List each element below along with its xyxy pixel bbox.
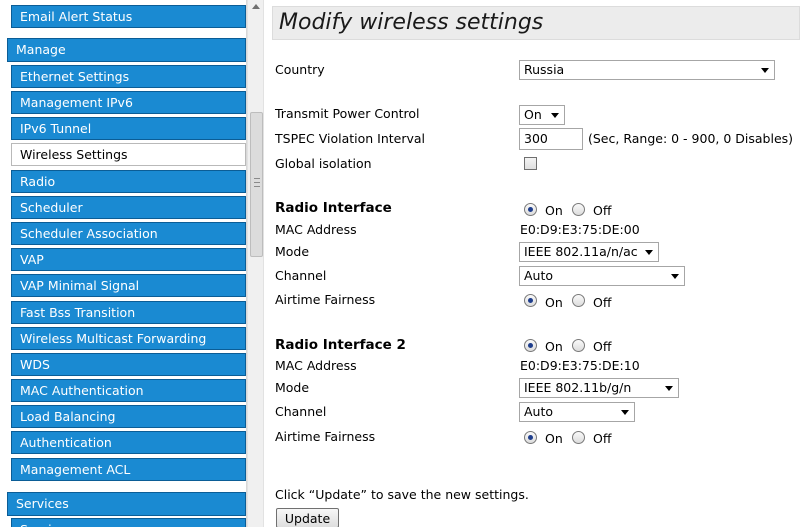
sidebar-item-management-ipv6[interactable]: Management IPv6 bbox=[11, 91, 246, 114]
sidebar-item-wireless-multicast-forwarding[interactable]: Wireless Multicast Forwarding bbox=[11, 327, 246, 350]
radio1-airtime-off-radio[interactable] bbox=[572, 294, 585, 307]
sidebar-item-fast-bss-transition[interactable]: Fast Bss Transition bbox=[11, 301, 246, 324]
radio2-channel-label: Channel bbox=[275, 404, 327, 419]
chevron-down-icon bbox=[551, 113, 559, 118]
global-isolation-checkbox[interactable] bbox=[524, 157, 537, 170]
radio2-airtime-label: Airtime Fairness bbox=[275, 429, 376, 444]
radio2-mac-label: MAC Address bbox=[275, 358, 357, 373]
radio2-mode-select[interactable]: IEEE 802.11b/g/n bbox=[519, 378, 679, 398]
radio1-off-label: Off bbox=[593, 203, 612, 218]
sidebar-item-services[interactable]: Services bbox=[11, 518, 246, 527]
sidebar-item-wireless-settings[interactable]: Wireless Settings bbox=[11, 143, 246, 166]
radio1-off-radio[interactable] bbox=[572, 203, 585, 216]
country-value: Russia bbox=[524, 62, 565, 77]
scroll-thumb[interactable] bbox=[250, 112, 263, 257]
grip-lines-icon bbox=[254, 178, 260, 187]
radio2-on-radio[interactable] bbox=[524, 339, 537, 352]
sidebar-group-manage[interactable]: Manage bbox=[7, 38, 246, 62]
tspec-input[interactable]: 300 bbox=[519, 128, 583, 150]
radio1-airtime-on-radio[interactable] bbox=[524, 294, 537, 307]
tspec-label: TSPEC Violation Interval bbox=[275, 131, 426, 146]
radio1-airtime-label: Airtime Fairness bbox=[275, 292, 376, 307]
radio2-on-label: On bbox=[545, 339, 563, 354]
footer-instructions: Click “Update” to save the new settings. bbox=[275, 487, 529, 502]
country-label: Country bbox=[275, 62, 325, 77]
radio2-airtime-on-radio[interactable] bbox=[524, 431, 537, 444]
country-select[interactable]: Russia bbox=[519, 60, 775, 80]
update-button[interactable]: Update bbox=[276, 508, 339, 527]
radio2-off-label: Off bbox=[593, 339, 612, 354]
chevron-down-icon bbox=[671, 274, 679, 279]
tspec-hint: (Sec, Range: 0 - 900, 0 Disables) bbox=[588, 131, 794, 146]
radio2-airtime-off-radio[interactable] bbox=[572, 431, 585, 444]
tspec-value: 300 bbox=[524, 131, 548, 146]
sidebar-item-radio[interactable]: Radio bbox=[11, 170, 246, 193]
radio-interface-1-title: Radio Interface bbox=[275, 200, 392, 216]
radio2-airtime-off-label: Off bbox=[593, 431, 612, 446]
radio1-mode-value: IEEE 802.11a/n/ac bbox=[524, 244, 638, 259]
radio2-airtime-on-label: On bbox=[545, 431, 563, 446]
transmit-power-label: Transmit Power Control bbox=[275, 106, 420, 121]
sidebar-group-services[interactable]: Services bbox=[7, 492, 246, 516]
radio1-mode-select[interactable]: IEEE 802.11a/n/ac bbox=[519, 242, 659, 262]
sidebar-item-wds[interactable]: WDS bbox=[11, 353, 246, 376]
radio2-channel-select[interactable]: Auto bbox=[519, 402, 635, 422]
radio1-channel-label: Channel bbox=[275, 268, 327, 283]
radio2-mac-value: E0:D9:E3:75:DE:10 bbox=[520, 358, 640, 373]
page-title: Modify wireless settings bbox=[279, 10, 544, 35]
sidebar-item-authentication[interactable]: Authentication bbox=[11, 431, 246, 454]
global-isolation-label: Global isolation bbox=[275, 156, 372, 171]
radio1-mac-label: MAC Address bbox=[275, 222, 357, 237]
radio1-airtime-off-label: Off bbox=[593, 295, 612, 310]
chevron-down-icon bbox=[621, 410, 629, 415]
radio1-channel-select[interactable]: Auto bbox=[519, 266, 685, 286]
transmit-power-value: On bbox=[524, 107, 542, 122]
chevron-down-icon bbox=[665, 386, 673, 391]
sidebar-nav: Email Alert Status Manage Ethernet Setti… bbox=[0, 0, 247, 527]
sidebar-item-ipv6-tunnel[interactable]: IPv6 Tunnel bbox=[11, 117, 246, 140]
sidebar-item-mac-authentication[interactable]: MAC Authentication bbox=[11, 379, 246, 402]
sidebar-item-email-alert-status[interactable]: Email Alert Status bbox=[11, 5, 246, 28]
radio1-on-label: On bbox=[545, 203, 563, 218]
radio2-mode-label: Mode bbox=[275, 380, 310, 395]
sidebar-item-vap-minimal-signal[interactable]: VAP Minimal Signal bbox=[11, 274, 246, 297]
sidebar-scrollbar[interactable] bbox=[247, 0, 264, 527]
page-title-bar: Modify wireless settings bbox=[272, 6, 800, 40]
radio-interface-2-title: Radio Interface 2 bbox=[275, 337, 406, 353]
sidebar-item-load-balancing[interactable]: Load Balancing bbox=[11, 405, 246, 428]
transmit-power-select[interactable]: On bbox=[519, 105, 565, 125]
sidebar-item-scheduler[interactable]: Scheduler bbox=[11, 196, 246, 219]
sidebar-item-management-acl[interactable]: Management ACL bbox=[11, 458, 246, 481]
radio1-airtime-on-label: On bbox=[545, 295, 563, 310]
sidebar-item-ethernet-settings[interactable]: Ethernet Settings bbox=[11, 65, 246, 88]
sidebar-item-vap[interactable]: VAP bbox=[11, 248, 246, 271]
chevron-down-icon bbox=[645, 250, 653, 255]
sidebar-item-scheduler-association[interactable]: Scheduler Association bbox=[11, 222, 246, 245]
radio1-on-radio[interactable] bbox=[524, 203, 537, 216]
radio1-channel-value: Auto bbox=[524, 268, 554, 283]
radio1-mac-value: E0:D9:E3:75:DE:00 bbox=[520, 222, 640, 237]
radio1-mode-label: Mode bbox=[275, 244, 310, 259]
chevron-down-icon bbox=[761, 68, 769, 73]
radio2-off-radio[interactable] bbox=[572, 339, 585, 352]
triangle-up-icon[interactable] bbox=[250, 2, 262, 12]
radio2-channel-value: Auto bbox=[524, 404, 554, 419]
radio2-mode-value: IEEE 802.11b/g/n bbox=[524, 380, 632, 395]
